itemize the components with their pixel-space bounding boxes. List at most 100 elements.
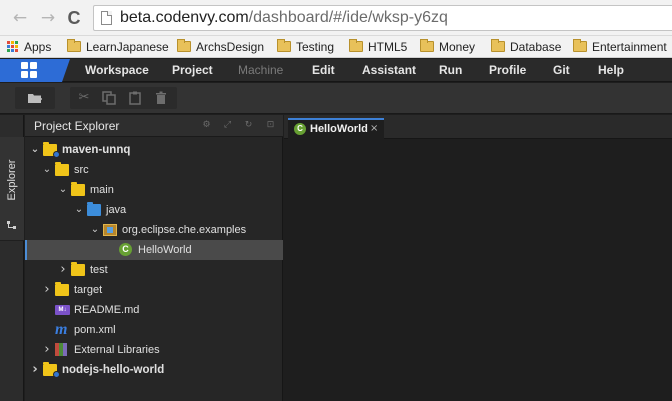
folder-icon	[71, 262, 85, 276]
refresh-icon[interactable]: ↻	[243, 120, 254, 131]
tree-item-label: nodejs-hello-world	[62, 364, 165, 376]
tree-item-label: pom.xml	[74, 324, 116, 336]
menu-machine[interactable]: Machine	[238, 63, 283, 78]
project-badge-icon	[53, 151, 60, 158]
main-menu-bar: Workspace Project Machine Edit Assistant…	[0, 59, 672, 82]
folder-icon	[55, 162, 69, 176]
menu-help[interactable]: Help	[598, 63, 624, 78]
tree-item[interactable]: › nodejs-hello-world	[25, 360, 283, 380]
delete-icon[interactable]	[153, 90, 169, 106]
chevron-down-icon[interactable]: ⌄	[41, 160, 53, 180]
tree-item-label: External Libraries	[74, 344, 160, 356]
tree-item-label: test	[90, 264, 108, 276]
chevron-right-icon[interactable]: ›	[41, 280, 53, 300]
bookmark-label: Money	[439, 40, 476, 54]
apps-grid-icon	[7, 41, 19, 53]
bookmark-apps[interactable]: Apps	[7, 39, 51, 55]
bookmark-entertainment[interactable]: Entertainment	[573, 39, 667, 55]
tree-item[interactable]: ⌄ main	[25, 180, 283, 200]
chevron-right-icon[interactable]: ›	[57, 260, 69, 280]
markdown-file-icon: M↓	[55, 305, 70, 315]
bookmark-label: ArchsDesign	[196, 40, 265, 54]
copy-icon[interactable]	[101, 90, 117, 106]
tree-item[interactable]: ⌄ java	[25, 200, 283, 220]
tree-item[interactable]: ⌄ org.eclipse.che.examples	[25, 220, 283, 240]
project-folder-icon	[43, 362, 60, 378]
chevron-down-icon[interactable]: ⌄	[89, 220, 101, 240]
bookmark-label: HTML5	[368, 40, 408, 54]
explorer-side-tab[interactable]: Explorer	[0, 137, 24, 241]
url-path: /dashboard/#/ide/wksp-y6zq	[248, 9, 448, 26]
che-logo-icon[interactable]	[0, 59, 62, 82]
menu-project[interactable]: Project	[172, 63, 213, 78]
tree-item-label: java	[106, 204, 127, 216]
maximize-icon[interactable]: ⊡	[265, 120, 276, 131]
close-icon[interactable]: ×	[370, 122, 378, 136]
bookmark-testing[interactable]: Testing	[277, 39, 334, 55]
menu-assistant[interactable]: Assistant	[362, 63, 416, 78]
page-icon	[101, 11, 112, 25]
maven-file-icon: m	[55, 321, 68, 338]
tree-item[interactable]: ⌄ maven-unnq	[25, 140, 283, 160]
bookmark-database[interactable]: Database	[491, 39, 561, 55]
menu-run[interactable]: Run	[439, 63, 462, 78]
tree-icon	[6, 219, 18, 231]
project-badge-icon	[53, 371, 60, 378]
address-bar[interactable]: beta.codenvy.com/dashboard/#/ide/wksp-y6…	[93, 5, 672, 31]
forward-button[interactable]: →	[37, 7, 59, 29]
bookmark-label: Apps	[24, 40, 52, 54]
chevron-right-icon[interactable]: ›	[41, 340, 53, 360]
bookmark-money[interactable]: Money	[420, 39, 475, 55]
folder-icon	[349, 39, 363, 52]
java-class-icon: C	[119, 243, 132, 256]
tree-item[interactable]: M↓ README.md	[25, 300, 283, 320]
folder-icon	[55, 282, 69, 296]
tree-item[interactable]: › test	[25, 260, 283, 280]
tree-item-label: org.eclipse.che.examples	[122, 224, 247, 236]
source-folder-icon	[87, 202, 101, 216]
paste-icon[interactable]	[127, 90, 143, 106]
reload-button[interactable]: C	[63, 7, 85, 29]
tree-item-label: target	[74, 284, 103, 296]
cut-icon[interactable]: ✂	[76, 90, 92, 106]
chevron-down-icon[interactable]: ⌄	[29, 140, 41, 160]
url-text[interactable]: beta.codenvy.com/dashboard/#/ide/wksp-y6…	[120, 9, 448, 27]
toolbar-group-new	[15, 87, 55, 109]
bookmark-archsdesign[interactable]: ArchsDesign	[177, 39, 264, 55]
menu-git[interactable]: Git	[553, 63, 570, 78]
package-icon	[103, 224, 117, 236]
tree-item[interactable]: › target	[25, 280, 283, 300]
folder-icon	[71, 182, 85, 196]
project-explorer-header: Project Explorer ⚙ ⤢ ↻ ⊡	[25, 115, 283, 137]
project-folder-icon	[43, 142, 60, 158]
bookmark-html5[interactable]: HTML5	[349, 39, 407, 55]
chevron-down-icon[interactable]: ⌄	[73, 200, 85, 220]
tree-item-label: main	[90, 184, 114, 196]
editor-tab-helloworld[interactable]: C HelloWorld ×	[288, 118, 384, 139]
toolbar-group-edit: ✂	[70, 87, 177, 109]
bookmark-learnjapanese[interactable]: LearnJapanese	[67, 39, 169, 55]
explorer-tab-label: Explorer	[6, 159, 18, 201]
tree-item-label: README.md	[74, 304, 140, 316]
menu-profile[interactable]: Profile	[489, 63, 526, 78]
tree-item[interactable]: m pom.xml	[25, 320, 283, 340]
chevron-right-icon[interactable]: ›	[29, 360, 41, 380]
tree-item-label: src	[74, 164, 89, 176]
tree-item[interactable]: ⌄ src	[25, 160, 283, 180]
tree-item[interactable]: C HelloWorld	[25, 240, 283, 260]
bookmarks-bar: Apps LearnJapanese ArchsDesign Testing H…	[0, 36, 672, 58]
bookmark-label: Entertainment	[592, 40, 667, 54]
left-tool-strip: Explorer	[0, 115, 24, 401]
menu-edit[interactable]: Edit	[312, 63, 335, 78]
folder-icon	[491, 39, 505, 52]
menu-workspace[interactable]: Workspace	[85, 63, 149, 78]
back-button[interactable]: ←	[9, 7, 31, 29]
ide-toolbar: ✂	[0, 83, 672, 114]
settings-icon[interactable]: ⚙	[201, 120, 212, 131]
bookmark-label: Testing	[296, 40, 335, 54]
tree-item-label: HelloWorld	[138, 244, 192, 256]
chevron-down-icon[interactable]: ⌄	[57, 180, 69, 200]
new-folder-icon[interactable]	[27, 90, 43, 106]
collapse-all-icon[interactable]: ⤢	[222, 120, 233, 131]
tree-item[interactable]: › External Libraries	[25, 340, 283, 360]
